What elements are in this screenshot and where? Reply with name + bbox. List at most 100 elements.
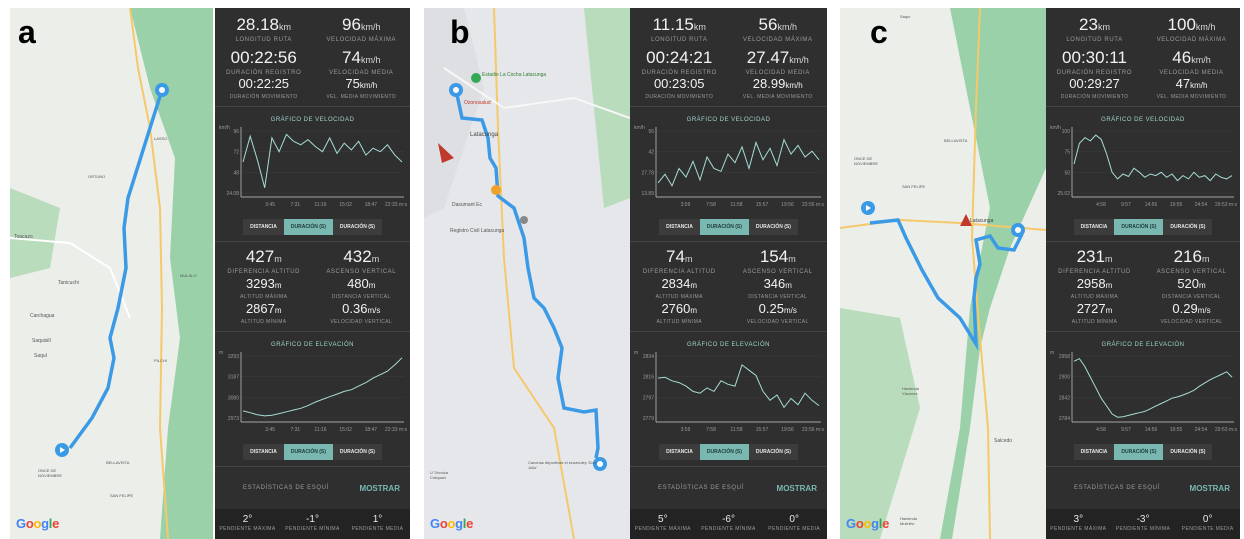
distance-mode-button[interactable]: DISTANCIA (1073, 444, 1115, 460)
stat-value: 0.36m/s (313, 302, 411, 318)
stat-label: PENDIENTE MÁXIMA (219, 526, 276, 532)
stats-row: 5° PENDIENTE MÁXIMA -6° PENDIENTE MÍNIMA 0° P… (630, 509, 827, 532)
value-number: 231 (1076, 247, 1105, 266)
x-tick-label: 29:53 m:s (1215, 202, 1237, 208)
duration-mode-button[interactable]: DURACIÓN (S) (699, 444, 749, 460)
x-axis-mode-toggle: DISTANCIA DURACIÓN (S) DURACIÓN (S) (630, 219, 827, 235)
value-number: 2727 (1076, 301, 1106, 316)
moving-duration-mode-button[interactable]: DURACIÓN (S) (332, 444, 382, 460)
stat-moving-time: 00:22:25 DURACIÓN MOVIMIENTO (215, 77, 313, 101)
stat-label: VELOCIDAD MEDIA (1159, 70, 1224, 76)
distance-mode-button[interactable]: DISTANCIA (243, 219, 284, 235)
moving-duration-mode-button[interactable]: DURACIÓN (S) (332, 219, 382, 235)
axis-unit: km/h (1050, 125, 1061, 131)
map-label: BELLAVISTA (944, 138, 968, 143)
stats-row: 00:22:25 DURACIÓN MOVIMIENTO 75km/h VEL. ME… (215, 76, 411, 101)
stat-value: 00:29:27 (1046, 77, 1143, 93)
stat-avg-slope: 1° PENDIENTE MEDIA (345, 514, 410, 532)
stats-row: 2958m ALTITUD MÁXIMA 520m DISTANCIA VERTICA… (1046, 275, 1240, 301)
value-number: 27.47 (746, 48, 790, 67)
stats-row: 3° PENDIENTE MÁXIMA -3° PENDIENTE MÍNIMA 0° P… (1046, 509, 1240, 532)
stat-label: VEL. MEDIA MOVIMIENTO (742, 94, 813, 100)
stat-label: DISTANCIA VERTICAL (748, 294, 808, 300)
moving-duration-mode-button[interactable]: DURACIÓN (S) (1163, 219, 1213, 235)
stats-row: 2867m ALTITUD MÍNIMA 0.36m/s VELOCIDAD VERT… (215, 300, 411, 326)
stat-label: VELOCIDAD MÁXIMA (1156, 37, 1227, 43)
stat-vert-dist: 480m DISTANCIA VERTICAL (313, 277, 411, 301)
value-number: 00:23:05 (653, 76, 705, 91)
moving-duration-mode-button[interactable]: DURACIÓN (S) (1163, 444, 1213, 460)
stat-value: -6° (722, 514, 735, 525)
stat-value: 75km/h (313, 77, 411, 93)
stat-value: 00:22:56 (215, 49, 313, 69)
distance-mode-button[interactable]: DISTANCIA (243, 444, 284, 460)
x-tick-label: 9:57 (1121, 427, 1131, 433)
duration-mode-button[interactable]: DURACIÓN (S) (699, 219, 749, 235)
stat-alt-diff: 74m DIFERENCIA ALTITUD (630, 247, 729, 276)
value-number: 3293 (245, 276, 275, 291)
show-ski-stats-button[interactable]: MOSTRAR (777, 484, 817, 493)
speed-chart: GRÁFICO DE VELOCIDAD km/h 100 75 50 25.02 4:58… (1046, 113, 1240, 213)
show-ski-stats-button[interactable]: MOSTRAR (360, 484, 400, 493)
moving-duration-mode-button[interactable]: DURACIÓN (S) (748, 444, 798, 460)
distance-mode-button[interactable]: DISTANCIA (1073, 219, 1115, 235)
moving-duration-mode-button[interactable]: DURACIÓN (S) (748, 219, 798, 235)
stat-vert-dist: 520m DISTANCIA VERTICAL (1143, 277, 1240, 301)
divider (630, 466, 827, 467)
series-line (242, 133, 403, 188)
stat-value: 2867m (215, 302, 313, 318)
stat-avg-speed: 74km/h VELOCIDAD MEDIA (313, 49, 411, 77)
ski-stats-header: ESTADÍSTICAS DE ESQUÍ MOSTRAR (630, 473, 827, 503)
duration-mode-button[interactable]: DURACIÓN (S) (1114, 444, 1164, 460)
ski-stats-header: ESTADÍSTICAS DE ESQUÍ MOSTRAR (215, 473, 410, 503)
value-number: 2760 (661, 301, 691, 316)
chart-svg: m 3293 3187 3080 2973 3:45 7:31 11:16 15:02 18:47… (219, 350, 407, 433)
stat-min-slope: -3° PENDIENTE MÍNIMA (1111, 514, 1176, 532)
distance-mode-button[interactable]: DISTANCIA (659, 219, 700, 235)
stat-label: PENDIENTE MÍNIMA (285, 526, 340, 532)
map-view-c[interactable]: ONCE DE NOVIEMBRE BELLAVISTA SAN FELIPE … (840, 8, 1046, 539)
map-view-a[interactable]: Tanicuchi Carchagua Saquisilí Saquí ONCE… (10, 8, 213, 539)
axis-unit: m (634, 350, 638, 356)
y-tick-label: 2834 (643, 354, 654, 360)
show-ski-stats-button[interactable]: MOSTRAR (1190, 484, 1230, 493)
registry-pin (520, 216, 528, 224)
duration-mode-button[interactable]: DURACIÓN (S) (283, 219, 333, 235)
series-line (1073, 134, 1233, 182)
duration-mode-button[interactable]: DURACIÓN (S) (283, 444, 333, 460)
x-tick-label: 24:54 (1195, 427, 1208, 433)
x-tick-label: 4:58 (1096, 202, 1106, 208)
chart-svg: km/h100 75 50 25.02 4:58 9:57 14:56 19:55 24:54 2… (1050, 125, 1237, 208)
duration-mode-button[interactable]: DURACIÓN (S) (1114, 219, 1164, 235)
value-unit: m (274, 306, 282, 315)
y-tick-label: 42 (648, 150, 654, 156)
stat-value: 480m (313, 277, 411, 293)
stat-moving-time: 00:29:27 DURACIÓN MOVIMIENTO (1046, 77, 1143, 101)
stat-moving-speed: 28.99km/h VEL. MEDIA MOVIMIENTO (729, 77, 828, 101)
map-label: ONCE DE NOVIEMBRE (854, 156, 879, 166)
y-tick-label: 2842 (1059, 395, 1070, 401)
x-tick-label: 19:56 (781, 427, 794, 433)
y-tick-label: 2900 (1059, 375, 1070, 381)
stat-avg-speed: 27.47km/h VELOCIDAD MEDIA (729, 48, 828, 77)
stat-max-alt: 3293m ALTITUD MÁXIMA (215, 276, 313, 301)
stat-label: DIFERENCIA ALTITUD (1058, 269, 1131, 275)
distance-mode-button[interactable]: DISTANCIA (659, 444, 700, 460)
stats-row: 23km LONGITUD RUTA 100km/h VELOCIDAD MÁXIMA (1046, 8, 1240, 44)
value-number: 56 (758, 15, 778, 34)
value-unit: km/h (789, 55, 809, 65)
stat-duration: 00:22:56 DURACIÓN REGISTRO (215, 49, 313, 77)
value-unit: km/h (777, 22, 797, 32)
value-number: 74 (666, 247, 685, 266)
y-tick-label: 72 (233, 150, 239, 156)
stat-label: DIFERENCIA ALTITUD (227, 269, 301, 275)
stat-value: 00:22:25 (215, 77, 313, 93)
map-view-b[interactable]: Estadio La Cocha Latacunga Ozonosalud La… (424, 8, 630, 539)
map-label: U Técnica Cotopaxi (430, 470, 448, 480)
start-marker (449, 83, 463, 97)
map-label: Saquí (34, 353, 48, 359)
map-label: Saquisilí (32, 338, 51, 344)
value-unit: km/h (360, 55, 381, 65)
start-marker (861, 201, 875, 215)
stat-max-speed: 56km/h VELOCIDAD MÁXIMA (729, 15, 828, 44)
